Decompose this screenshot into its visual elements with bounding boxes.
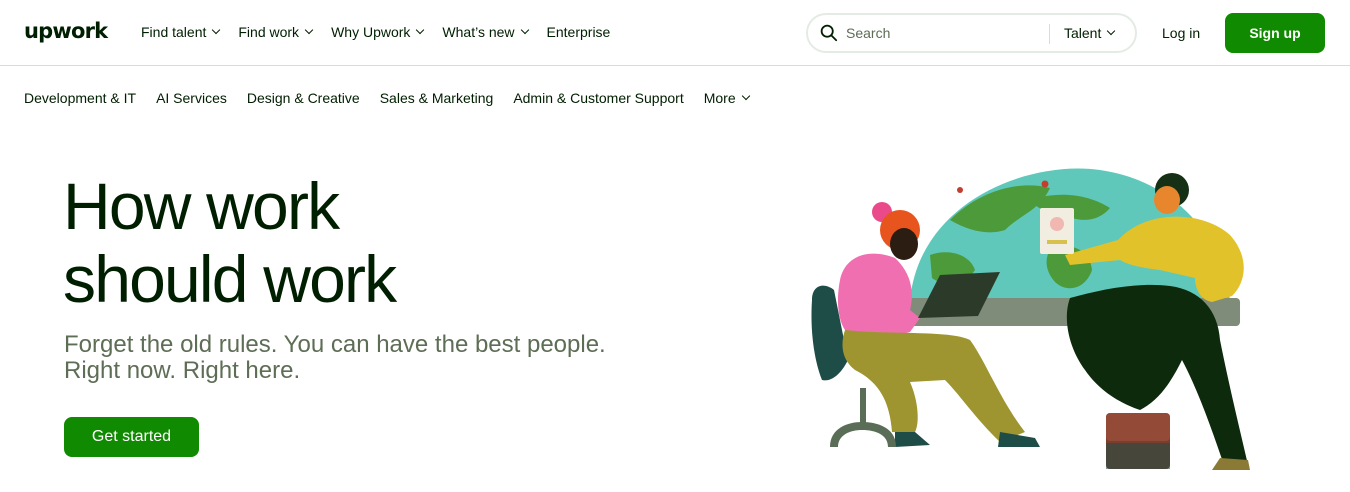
search-category-select[interactable]: Talent <box>1064 25 1116 41</box>
search-bar: Talent <box>806 13 1137 53</box>
hero-title-line-2: should work <box>63 242 397 316</box>
category-more[interactable]: More <box>703 90 750 106</box>
category-development-it[interactable]: Development & IT <box>24 90 136 106</box>
search-divider <box>1049 24 1050 44</box>
chevron-down-icon <box>741 91 750 101</box>
category-design-creative[interactable]: Design & Creative <box>247 90 360 106</box>
nav-enterprise-label: Enterprise <box>546 24 611 40</box>
hero-subtitle-line-2: Right now. Right here. <box>64 357 301 384</box>
chevron-down-icon <box>1107 26 1116 36</box>
chevron-down-icon <box>520 25 529 35</box>
nav-why-upwork[interactable]: Why Upwork <box>331 24 425 40</box>
hero-title-line-1: How work <box>63 169 340 243</box>
main-nav: Find talent Find work Why Upwork What’s … <box>141 24 629 40</box>
nav-whats-new[interactable]: What’s new <box>442 24 529 40</box>
nav-enterprise[interactable]: Enterprise <box>547 24 611 40</box>
hero-title: How work should work <box>63 170 583 316</box>
category-ai-services[interactable]: AI Services <box>156 90 227 106</box>
search-category-label: Talent <box>1064 25 1102 41</box>
nav-find-work[interactable]: Find work <box>238 24 314 40</box>
nav-find-talent[interactable]: Find talent <box>141 24 221 40</box>
search-icon[interactable] <box>820 24 838 42</box>
hero-illustration <box>811 168 1250 470</box>
upwork-logo[interactable]: upwork <box>24 19 108 43</box>
category-more-label: More <box>703 90 736 106</box>
signup-button[interactable]: Sign up <box>1225 13 1325 53</box>
category-bar: Development & IT AI Services Design & Cr… <box>24 90 769 106</box>
nav-find-talent-label: Find talent <box>141 24 207 40</box>
chevron-down-icon <box>212 25 221 35</box>
search-input[interactable] <box>846 25 1036 41</box>
nav-find-work-label: Find work <box>238 24 300 40</box>
chevron-down-icon <box>416 25 425 35</box>
chevron-down-icon <box>304 25 314 35</box>
category-admin-support[interactable]: Admin & Customer Support <box>513 90 683 106</box>
category-sales-marketing[interactable]: Sales & Marketing <box>380 90 494 106</box>
login-link[interactable]: Log in <box>1162 25 1200 41</box>
hero-subtitle-line-1: Forget the old rules. You can have the b… <box>64 331 606 358</box>
top-navbar: upwork Find talent Find work Why Upwork … <box>0 0 1350 66</box>
get-started-button[interactable]: Get started <box>64 417 199 457</box>
hero-subtitle: Forget the old rules. You can have the b… <box>64 332 664 384</box>
nav-why-upwork-label: Why Upwork <box>331 24 411 40</box>
nav-whats-new-label: What’s new <box>442 24 515 40</box>
